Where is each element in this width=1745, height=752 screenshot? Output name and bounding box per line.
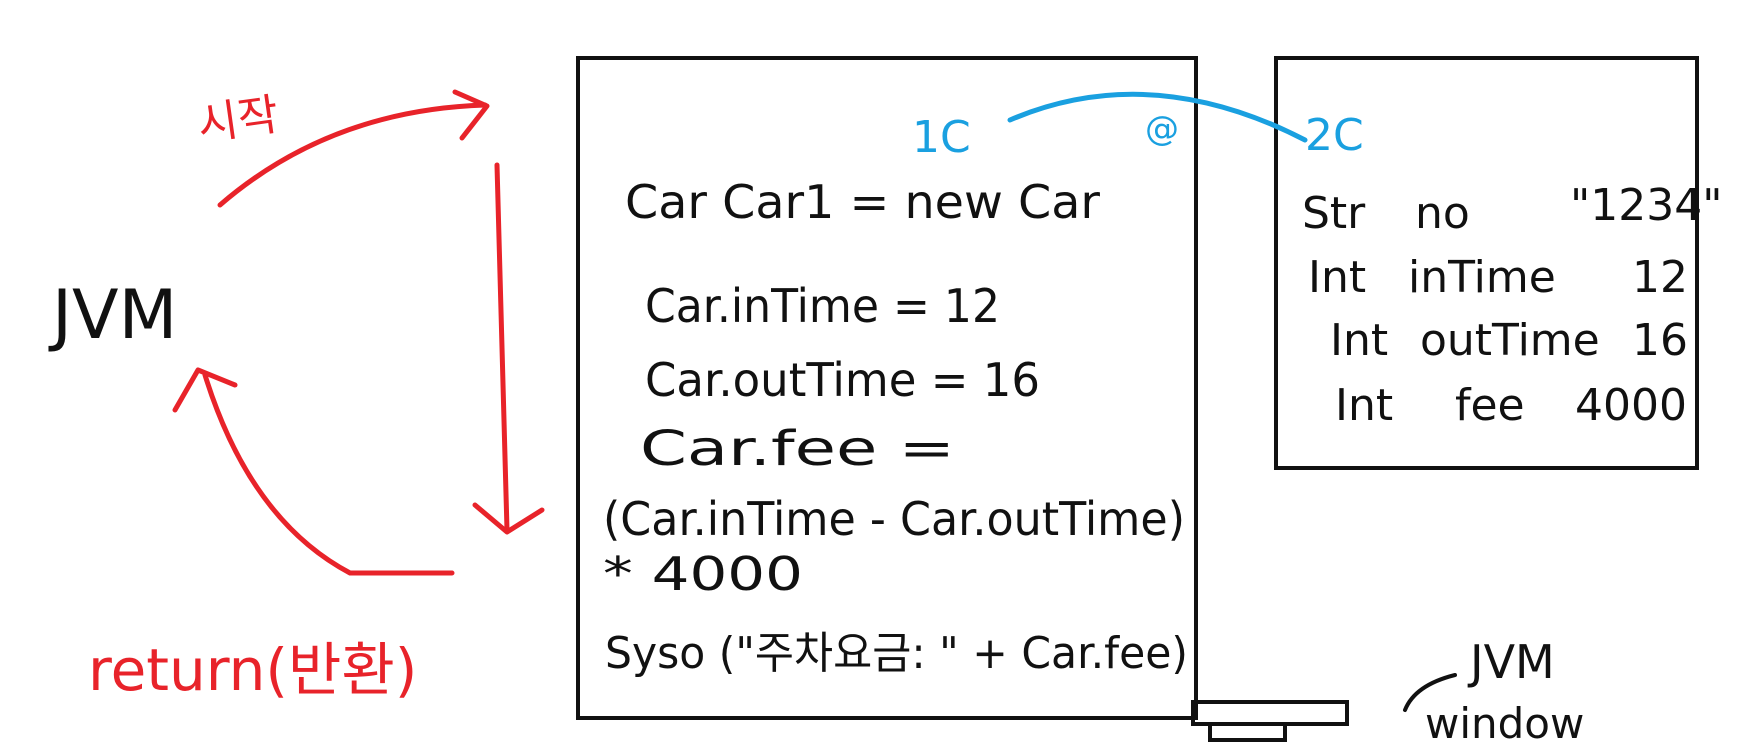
heap-field-name-2: inTime	[1408, 252, 1556, 303]
code-line-7: Syso ("주차요금: " + Car.fee)	[605, 628, 1188, 679]
heap-field-type-1: Str	[1302, 188, 1366, 239]
return-label: return(반환)	[88, 636, 417, 704]
code-line-1: Car Car1 = new Car	[625, 175, 1100, 229]
start-label: 시작	[194, 89, 281, 151]
jvm-window-line-2: window	[1425, 699, 1584, 748]
code-line-3: Car.outTime = 16	[645, 353, 1040, 407]
heap-field-type-4: Int	[1335, 380, 1393, 431]
heap-address-label: 2C	[1305, 110, 1364, 161]
heap-field-type-2: Int	[1308, 252, 1366, 303]
return-arrow	[202, 372, 455, 576]
jvm-label: JVM	[48, 276, 177, 355]
jvm-window-line-1: JVM	[1467, 635, 1555, 689]
heap-field-type-3: Int	[1330, 315, 1388, 366]
code-line-6: * 4000	[603, 547, 803, 601]
heap-field-name-3: outTime	[1420, 315, 1600, 366]
heap-field-name-1: no	[1415, 188, 1470, 239]
diagram-canvas: JVM 시작 return(반환) 1C @ Car Car1 = new Ca…	[48, 56, 1722, 748]
down-arrow	[494, 162, 510, 533]
heap-field-value-2: 12	[1632, 252, 1688, 303]
heap-field-value-1: "1234"	[1570, 180, 1722, 231]
code-line-4: Car.fee =	[640, 421, 955, 477]
stack-address-label: 1C	[912, 112, 971, 163]
start-arrow-head	[452, 89, 490, 141]
heap-field-name-4: fee	[1455, 380, 1525, 431]
window-icon-base	[1208, 722, 1287, 742]
stack-address-marker: @	[1145, 109, 1179, 149]
heap-field-value-3: 16	[1632, 315, 1688, 366]
code-line-2: Car.inTime = 12	[645, 279, 1000, 333]
heap-field-value-4: 4000	[1575, 380, 1687, 431]
window-icon-bar	[1191, 700, 1349, 726]
code-line-5: (Car.inTime - Car.outTime)	[603, 492, 1185, 546]
